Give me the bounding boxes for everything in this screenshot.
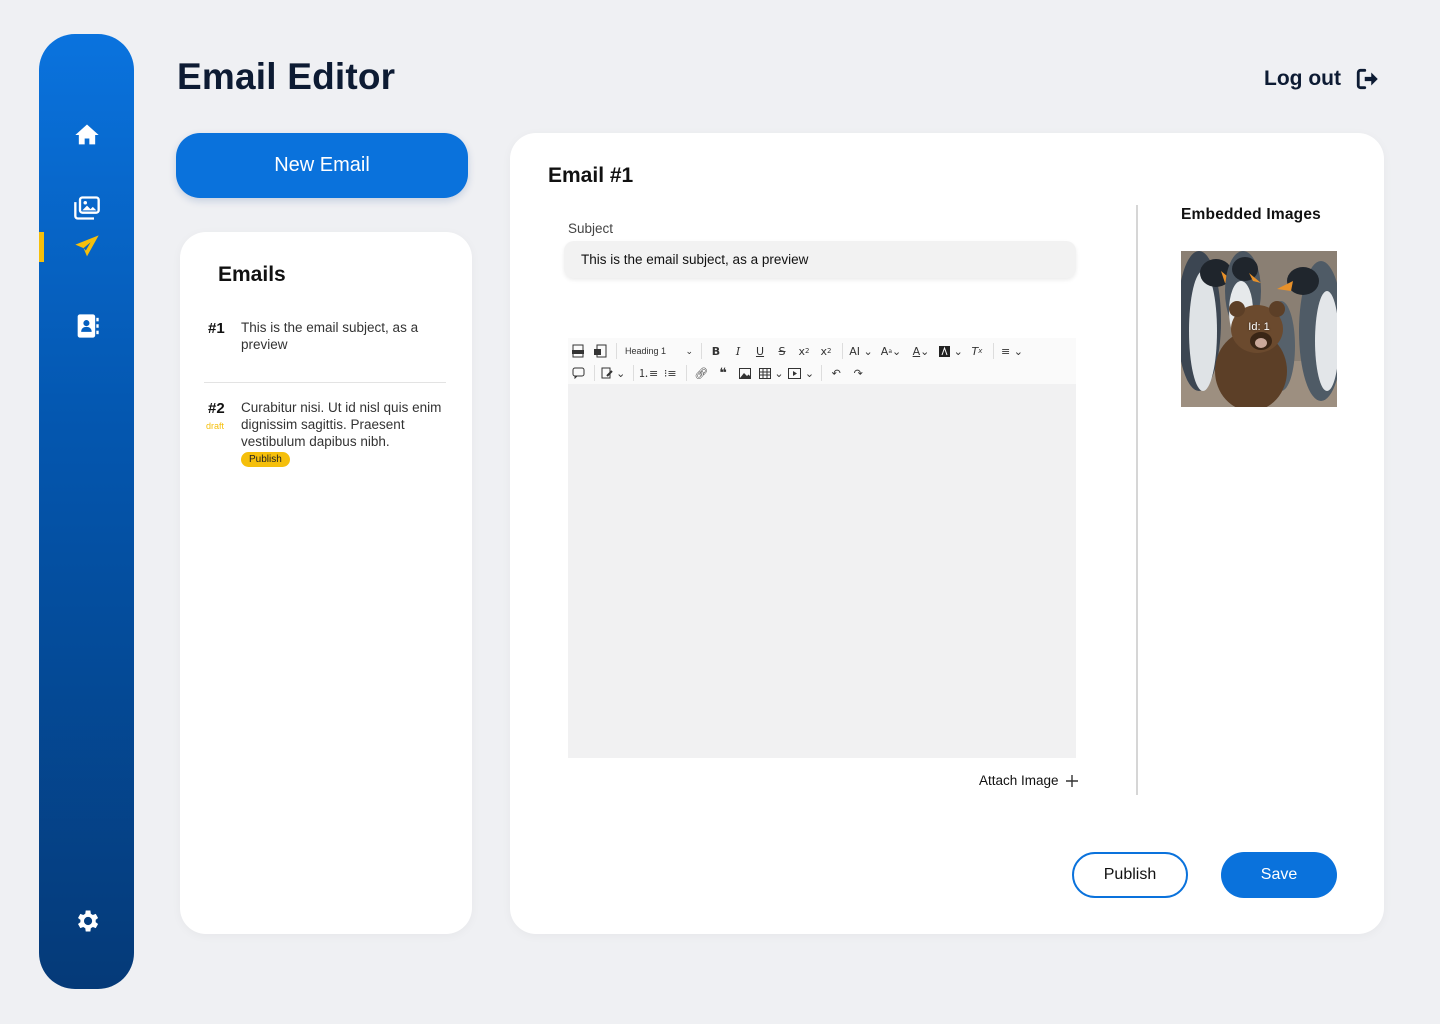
sidebar-item-home[interactable]: [39, 113, 134, 157]
underline-icon[interactable]: U: [750, 341, 770, 361]
subject-input[interactable]: [564, 241, 1076, 278]
toolbar-separator: [993, 343, 994, 359]
email-body-editor[interactable]: [568, 384, 1076, 758]
list-item[interactable]: #1 This is the email subject, as a previ…: [204, 320, 446, 360]
numbered-list-icon[interactable]: ⒈≡: [638, 363, 658, 383]
export-word-icon[interactable]: [590, 341, 610, 361]
sidebar: [39, 34, 134, 989]
chevron-down-icon: ⌄: [685, 345, 693, 356]
vertical-divider: [1136, 205, 1138, 795]
embedded-image-thumbnail[interactable]: Id: 1: [1181, 251, 1337, 407]
align-icon[interactable]: ≡ ⌄: [998, 341, 1026, 361]
insert-media-icon[interactable]: ⌄: [787, 363, 815, 383]
list-item[interactable]: #2 draft Curabitur nisi. Ut id nisl quis…: [204, 400, 446, 470]
logout-label: Log out: [1264, 67, 1341, 90]
publish-button[interactable]: Publish: [1072, 852, 1188, 898]
track-changes-icon[interactable]: ⌄: [599, 363, 627, 383]
insert-table-icon[interactable]: ⌄: [757, 363, 785, 383]
page-title: Email Editor: [177, 56, 396, 97]
toolbar-separator: [616, 343, 617, 359]
draft-label: draft: [206, 421, 225, 431]
logout-button[interactable]: Log out: [1264, 64, 1381, 94]
save-button[interactable]: Save: [1221, 852, 1337, 898]
new-email-button[interactable]: New Email: [176, 133, 468, 198]
remove-format-icon[interactable]: Tx: [967, 341, 987, 361]
italic-icon[interactable]: I: [728, 341, 748, 361]
gear-icon: [77, 910, 98, 932]
publish-badge-button[interactable]: Publish: [241, 452, 290, 467]
toolbar-separator: [821, 365, 823, 381]
home-icon: [74, 124, 99, 145]
plus-icon: [1065, 774, 1078, 787]
emails-panel-title: Emails: [218, 263, 286, 286]
email-number: #1: [208, 320, 225, 337]
highlight-color-icon[interactable]: ⌄: [937, 341, 965, 361]
paper-plane-icon: [74, 235, 99, 257]
toolbar-separator: [594, 365, 595, 381]
sidebar-item-images[interactable]: [39, 186, 134, 230]
toolbar-separator: [701, 343, 702, 359]
link-icon[interactable]: 🔗︎: [691, 363, 711, 383]
rich-text-toolbar: Heading 1 ⌄ B I U S x2 x2 AI ⌄ Aa ⌄ A ⌄ …: [568, 338, 1076, 384]
attach-image-label: Attach Image: [979, 773, 1059, 788]
sidebar-item-contacts[interactable]: [39, 304, 134, 348]
font-color-icon[interactable]: A ⌄: [907, 341, 935, 361]
images-icon: [73, 196, 100, 220]
export-pdf-icon[interactable]: [568, 341, 588, 361]
bulleted-list-icon[interactable]: ⁝≡: [660, 363, 680, 383]
editor-title: Email #1: [548, 164, 634, 187]
superscript-icon[interactable]: x2: [816, 341, 836, 361]
sidebar-item-emails[interactable]: [39, 225, 134, 269]
sidebar-item-settings[interactable]: [39, 899, 134, 943]
attach-image-button[interactable]: Attach Image: [979, 773, 1079, 788]
embedded-images-title: Embedded Images: [1181, 206, 1321, 223]
editor-card: Email #1 Subject Heading 1 ⌄ B I U S x2 …: [510, 133, 1384, 934]
font-family-icon[interactable]: Aa ⌄: [877, 341, 905, 361]
toolbar-separator: [633, 365, 634, 381]
contact-book-icon: [77, 314, 99, 338]
bold-icon[interactable]: B: [706, 341, 726, 361]
emails-panel: Emails #1 This is the email subject, as …: [180, 232, 472, 934]
divider: [204, 382, 446, 383]
strikethrough-icon[interactable]: S: [772, 341, 792, 361]
toolbar-separator: [686, 365, 688, 381]
blockquote-icon[interactable]: ❝: [713, 363, 733, 383]
heading-select-value: Heading 1: [625, 346, 667, 356]
email-subject-preview: Curabitur nisi. Ut id nisl quis enim dig…: [241, 400, 442, 449]
heading-select[interactable]: Heading 1 ⌄: [621, 341, 697, 361]
embedded-image-id: Id: 1: [1248, 321, 1270, 333]
undo-icon[interactable]: ↶: [826, 363, 846, 383]
email-subject-preview: This is the email subject, as a preview: [241, 320, 419, 352]
logout-icon: [1356, 68, 1378, 90]
subscript-icon[interactable]: x2: [794, 341, 814, 361]
toolbar-separator: [842, 343, 843, 359]
redo-icon[interactable]: ↷: [848, 363, 868, 383]
email-number: #2: [208, 400, 225, 417]
comment-icon[interactable]: [568, 363, 588, 383]
subject-label: Subject: [568, 221, 614, 236]
insert-image-icon[interactable]: [735, 363, 755, 383]
font-size-icon[interactable]: AI ⌄: [847, 341, 875, 361]
